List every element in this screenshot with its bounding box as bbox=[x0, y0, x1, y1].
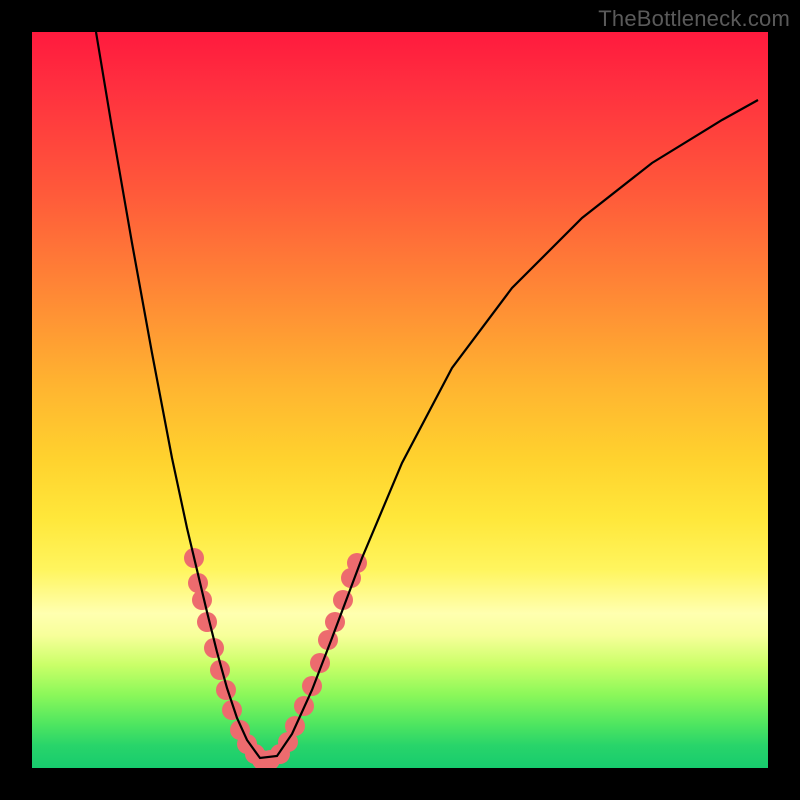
curve-path bbox=[96, 32, 758, 758]
watermark-text: TheBottleneck.com bbox=[598, 6, 790, 32]
chart-frame: TheBottleneck.com bbox=[0, 0, 800, 800]
data-marker bbox=[302, 676, 322, 696]
plot-area bbox=[32, 32, 768, 768]
markers-group bbox=[184, 548, 367, 768]
chart-svg bbox=[32, 32, 768, 768]
